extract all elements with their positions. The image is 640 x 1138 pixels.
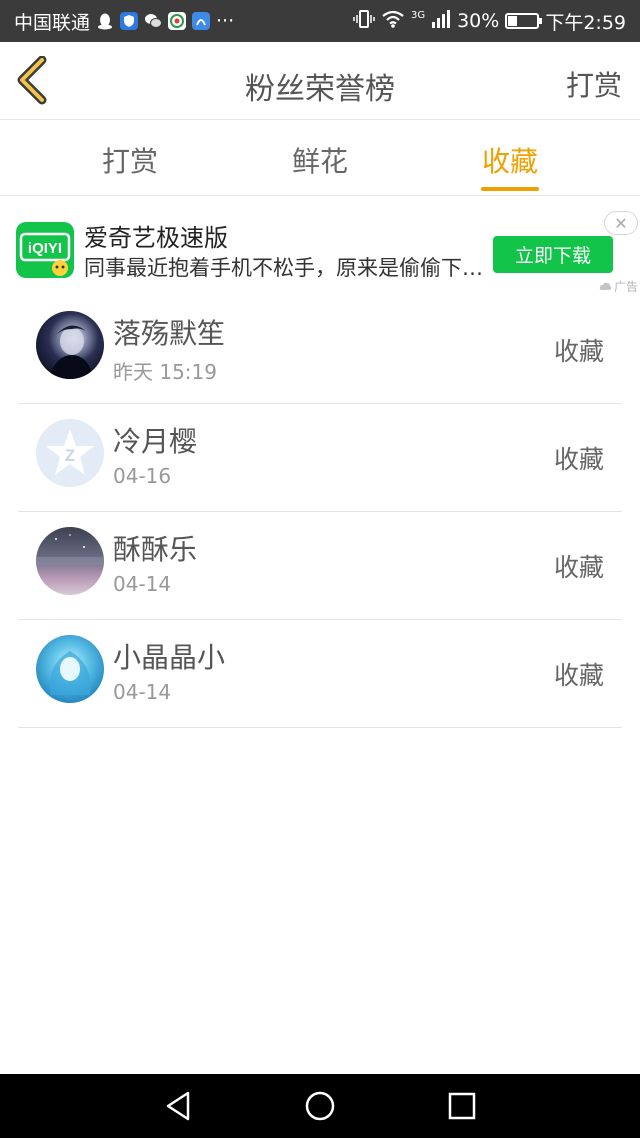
user-name: 小晶晶小 [113, 641, 226, 674]
nav-home-button[interactable] [298, 1084, 342, 1128]
tab-favorites[interactable]: 收藏 [430, 120, 590, 196]
network-type: 3G [410, 10, 426, 21]
user-name: 酥酥乐 [113, 533, 198, 566]
tab-label: 收藏 [481, 145, 538, 178]
status-left: 中国联通 ··· [14, 0, 234, 42]
action-label: 收藏 [553, 445, 604, 474]
status-right: 3G 30% 下午2:59 [353, 0, 626, 42]
list-item[interactable]: Z 冷月樱 04-16 收藏 [0, 404, 640, 512]
list-item[interactable]: 酥酥乐 04-14 收藏 [0, 512, 640, 620]
default-avatar-star-icon: Z [46, 429, 94, 475]
battery-percent: 30% [457, 10, 500, 32]
reward-button[interactable]: 打赏 [566, 64, 622, 104]
cloud-icon [599, 282, 612, 290]
triangle-back-icon [166, 1091, 190, 1121]
ad-download-button[interactable]: 立即下载 [493, 236, 613, 273]
ad-tag-label: 广告 [613, 280, 638, 294]
ad-close-icon[interactable]: ✕ [604, 211, 638, 235]
signal-icon [431, 9, 451, 33]
ad-description: 同事最近抱着手机不松手，原来是偷偷下载了 [84, 256, 484, 280]
tab-active-indicator [481, 187, 539, 191]
app-icon [192, 12, 211, 30]
ad-banner[interactable]: iQIYI 爱奇艺极速版 同事最近抱着手机不松手，原来是偷偷下载了 立即下载 ✕… [0, 196, 640, 296]
more-notifications: ··· [216, 10, 235, 32]
user-time: 04-16 [113, 464, 172, 488]
battery-icon [505, 13, 543, 29]
action-label: 收藏 [553, 661, 604, 690]
avatar[interactable] [36, 527, 104, 595]
list-item[interactable]: 小晶晶小 04-14 收藏 [0, 620, 640, 728]
list-item[interactable]: 落殇默笙 昨天 15:19 收藏 [0, 296, 640, 404]
ad-tag: 广告 [599, 278, 638, 295]
vibrate-icon [353, 9, 375, 34]
nav-recent-button[interactable] [440, 1084, 484, 1128]
circle-home-icon [305, 1091, 335, 1121]
battery-level [508, 16, 517, 26]
page-title: 粉丝荣誉榜 [245, 72, 395, 107]
tab-label: 打赏 [101, 145, 158, 178]
svg-text:Z: Z [65, 446, 75, 465]
tab-reward[interactable]: 打赏 [50, 120, 210, 196]
status-bar: 中国联通 ··· 3G 30% 下午2:59 [0, 0, 640, 42]
user-name: 落殇默笙 [113, 317, 226, 350]
wifi-icon [381, 10, 405, 33]
wechat-icon [144, 12, 163, 30]
iqiyi-logo: iQIYI [16, 222, 74, 278]
browser-icon [168, 12, 187, 30]
square-recent-icon [448, 1092, 476, 1120]
ad-title: 爱奇艺极速版 [84, 224, 228, 252]
avatar[interactable]: Z [36, 419, 104, 487]
shield-icon [120, 12, 139, 30]
clock: 下午2:59 [545, 11, 626, 34]
tab-flowers[interactable]: 鲜花 [240, 120, 400, 196]
tab-label: 鲜花 [291, 145, 348, 178]
avatar[interactable] [36, 311, 104, 379]
nav-back-button[interactable] [156, 1084, 200, 1128]
action-label: 收藏 [553, 337, 604, 366]
user-name: 冷月樱 [113, 425, 198, 458]
system-nav-bar [0, 1074, 640, 1138]
logo-text: iQIYI [28, 240, 62, 257]
user-time: 04-14 [113, 572, 172, 596]
action-label: 收藏 [553, 553, 604, 582]
qq-icon [96, 12, 114, 30]
carrier-label: 中国联通 [14, 11, 91, 34]
user-time: 昨天 15:19 [113, 360, 217, 384]
header: 粉丝荣誉榜 打赏 [0, 42, 640, 120]
user-time: 04-14 [113, 680, 172, 704]
avatar[interactable] [36, 635, 104, 703]
tab-bar: 打赏 鲜花 收藏 [0, 120, 640, 196]
favorites-list: 落殇默笙 昨天 15:19 收藏 Z 冷月樱 04-16 收藏 酥酥乐 04-1… [0, 296, 640, 728]
